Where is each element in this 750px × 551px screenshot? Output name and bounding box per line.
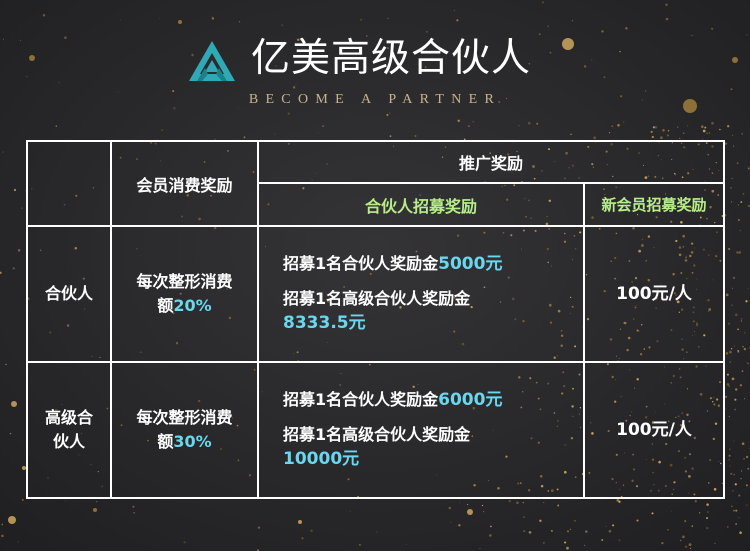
recruit-amount: 10000元 <box>283 449 360 469</box>
new-member-reward-partner: 100元/人 <box>616 284 692 304</box>
recruit-amount: 6000元 <box>438 390 503 410</box>
recruit-line-partner: 招募1名合伙人奖励金5000元 <box>283 254 503 274</box>
row-label-partner: 合伙人 <box>44 284 93 303</box>
recruit-line-partner: 招募1名合伙人奖励金6000元 <box>283 390 503 410</box>
recruit-reward-partner: 招募1名合伙人奖励金5000元 招募1名高级合伙人奖励金 8333.5元 <box>283 252 573 335</box>
member-reward-senior-partner: 每次整形消费额30% <box>111 362 258 498</box>
recruit-amount: 5000元 <box>438 254 503 274</box>
header-new-member: 新会员招募奖励 <box>601 196 707 214</box>
header-member-reward: 会员消费奖励 <box>136 175 233 195</box>
header-partner-recruit: 合伙人招募奖励 <box>364 196 477 216</box>
recruit-amount: 8333.5元 <box>283 313 366 333</box>
member-reward-partner: 每次整形消费额20% <box>111 226 258 362</box>
recruit-line-senior: 招募1名高级合伙人奖励金 8333.5元 <box>283 289 471 333</box>
reward-percent: 30% <box>173 432 212 451</box>
reward-percent: 20% <box>173 296 212 315</box>
new-member-reward-senior-partner: 100元/人 <box>616 420 692 440</box>
recruit-line-senior: 招募1名高级合伙人奖励金 10000元 <box>283 425 471 469</box>
header-promo-reward: 推广奖励 <box>458 154 523 173</box>
row-label-senior-partner: 高级合伙人 <box>44 408 93 451</box>
recruit-reward-senior-partner: 招募1名合伙人奖励金6000元 招募1名高级合伙人奖励金 10000元 <box>283 388 573 471</box>
